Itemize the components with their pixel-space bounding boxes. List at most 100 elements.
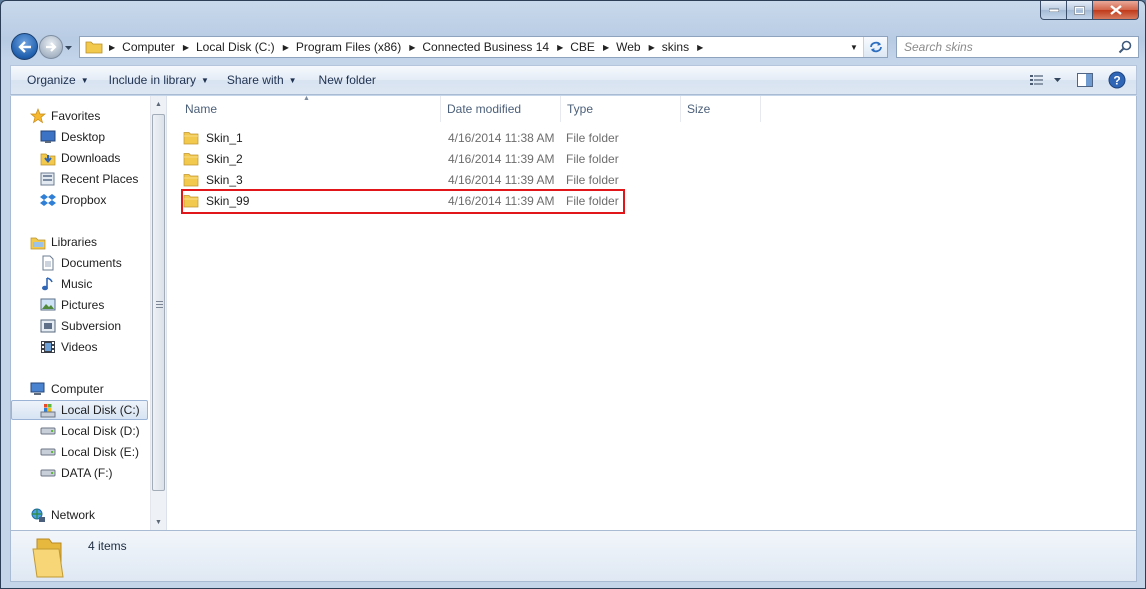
breadcrumb-web[interactable]: Web <box>616 40 640 54</box>
breadcrumb-connected-business-14[interactable]: Connected Business 14 <box>422 40 549 54</box>
nav-local-disk-e[interactable]: Local Disk (E:) <box>39 442 139 462</box>
recent-pages-dropdown-icon[interactable] <box>64 43 73 52</box>
nav-recent-places-label: Recent Places <box>61 172 139 186</box>
scroll-up-icon: ▲ <box>155 100 162 108</box>
folder-icon <box>183 153 199 166</box>
breadcrumb-computer[interactable]: Computer <box>122 40 175 54</box>
include-in-library-button[interactable]: Include in library ▼ <box>101 66 217 94</box>
nav-data-f[interactable]: DATA (F:) <box>39 463 113 483</box>
minimize-button[interactable] <box>1040 1 1067 20</box>
drive-icon <box>39 423 57 439</box>
column-header-date-modified[interactable]: Date modified <box>441 96 561 122</box>
file-row[interactable]: Skin_99 4/16/2014 11:39 AM File folder <box>179 191 681 211</box>
file-type: File folder <box>566 173 619 187</box>
scroll-down-button[interactable]: ▼ <box>151 514 166 530</box>
recent-places-icon <box>39 171 57 187</box>
file-name: Skin_2 <box>206 152 243 166</box>
share-with-button[interactable]: Share with ▼ <box>219 66 305 94</box>
back-button[interactable] <box>11 33 38 60</box>
breadcrumb-program-files-x86[interactable]: Program Files (x86) <box>296 40 401 54</box>
drive-icon <box>39 444 57 460</box>
svg-text:?: ? <box>1113 74 1120 88</box>
computer-icon <box>29 381 47 397</box>
breadcrumb-separator[interactable]: ▶ <box>603 43 609 52</box>
scroll-up-button[interactable]: ▲ <box>151 96 166 112</box>
chevron-down-icon: ▼ <box>201 75 209 85</box>
column-header-type[interactable]: Type <box>561 96 681 122</box>
breadcrumb-separator[interactable]: ▶ <box>183 43 189 52</box>
file-date: 4/16/2014 11:39 AM <box>448 173 555 187</box>
nav-subversion-label: Subversion <box>61 319 122 333</box>
nav-libraries-label: Libraries <box>51 235 98 249</box>
search-icon[interactable] <box>1118 40 1132 57</box>
nav-local-disk-c[interactable]: Local Disk (C:) <box>11 400 148 420</box>
column-header-name-label: Name <box>185 102 218 116</box>
nav-computer[interactable]: Computer <box>29 379 104 399</box>
breadcrumb-cbe[interactable]: CBE <box>570 40 595 54</box>
breadcrumb-skins[interactable]: skins <box>662 40 689 54</box>
arrow-right-icon <box>46 42 57 52</box>
breadcrumb-separator[interactable]: ▶ <box>109 43 115 52</box>
arrow-left-icon <box>17 40 31 53</box>
refresh-button[interactable] <box>863 37 887 57</box>
scroll-down-icon: ▼ <box>155 518 162 526</box>
organize-label: Organize <box>27 73 76 87</box>
maximize-button[interactable] <box>1067 1 1093 20</box>
nav-documents[interactable]: Documents <box>39 253 122 273</box>
change-view-button[interactable] <box>1026 67 1066 93</box>
file-name: Skin_1 <box>206 131 243 145</box>
content-area: Favorites Desktop Downloads Recent Place… <box>10 95 1137 530</box>
breadcrumb-separator[interactable]: ▶ <box>283 43 289 52</box>
navigation-scrollbar[interactable]: ▲ ▼ <box>150 96 166 530</box>
chevron-down-icon: ▼ <box>850 42 858 52</box>
chevron-down-icon: ▼ <box>288 75 297 85</box>
search-input[interactable] <box>897 40 1107 54</box>
search-box[interactable] <box>896 36 1139 58</box>
organize-button[interactable]: Organize ▼ <box>11 66 97 94</box>
forward-button[interactable] <box>39 35 63 59</box>
breadcrumb-separator[interactable]: ▶ <box>697 43 703 52</box>
column-header-name[interactable]: ▲ Name <box>179 95 441 122</box>
include-in-library-label: Include in library <box>108 73 196 87</box>
nav-music[interactable]: Music <box>39 274 92 294</box>
videos-icon <box>39 339 57 355</box>
maximize-icon <box>1074 5 1085 15</box>
documents-icon <box>39 255 57 271</box>
column-header-size[interactable]: Size <box>681 96 761 122</box>
folder-icon <box>85 41 103 54</box>
nav-dropbox[interactable]: Dropbox <box>39 190 106 210</box>
nav-favorites[interactable]: Favorites <box>29 106 100 126</box>
new-folder-label: New folder <box>318 73 376 87</box>
scroll-thumb[interactable] <box>152 114 165 491</box>
folder-icon <box>183 132 199 145</box>
nav-network[interactable]: Network <box>29 505 95 525</box>
nav-subversion[interactable]: Subversion <box>39 316 121 336</box>
nav-downloads-label: Downloads <box>61 151 121 165</box>
grip-icon <box>156 301 163 308</box>
breadcrumb-separator[interactable]: ▶ <box>557 43 563 52</box>
help-button[interactable]: ? <box>1104 67 1130 93</box>
breadcrumb-local-disk-c[interactable]: Local Disk (C:) <box>196 40 275 54</box>
nav-libraries[interactable]: Libraries <box>29 232 97 252</box>
file-date: 4/16/2014 11:39 AM <box>448 152 555 166</box>
nav-local-disk-d[interactable]: Local Disk (D:) <box>39 421 140 441</box>
file-row[interactable]: Skin_2 4/16/2014 11:39 AM File folder <box>179 149 681 169</box>
nav-recent-places[interactable]: Recent Places <box>39 169 138 189</box>
file-row[interactable]: Skin_1 4/16/2014 11:38 AM File folder <box>179 128 681 148</box>
address-history-dropdown[interactable]: ▼ <box>847 37 861 57</box>
file-row[interactable]: Skin_3 4/16/2014 11:39 AM File folder <box>179 170 681 190</box>
nav-desktop[interactable]: Desktop <box>39 127 105 147</box>
nav-downloads[interactable]: Downloads <box>39 148 120 168</box>
nav-videos[interactable]: Videos <box>39 337 97 357</box>
file-type: File folder <box>566 194 619 208</box>
breadcrumb-separator[interactable]: ▶ <box>409 43 415 52</box>
breadcrumb-separator[interactable]: ▶ <box>649 43 655 52</box>
explorer-window: ▶ Computer ▶ Local Disk (C:) ▶ Program F… <box>0 0 1146 589</box>
address-bar[interactable]: ▶ Computer ▶ Local Disk (C:) ▶ Program F… <box>79 36 888 58</box>
preview-pane-button[interactable] <box>1072 67 1098 93</box>
view-details-icon <box>1030 75 1061 85</box>
music-icon <box>39 276 57 292</box>
nav-pictures[interactable]: Pictures <box>39 295 104 315</box>
close-button[interactable] <box>1093 1 1139 20</box>
new-folder-button[interactable]: New folder <box>311 66 384 94</box>
